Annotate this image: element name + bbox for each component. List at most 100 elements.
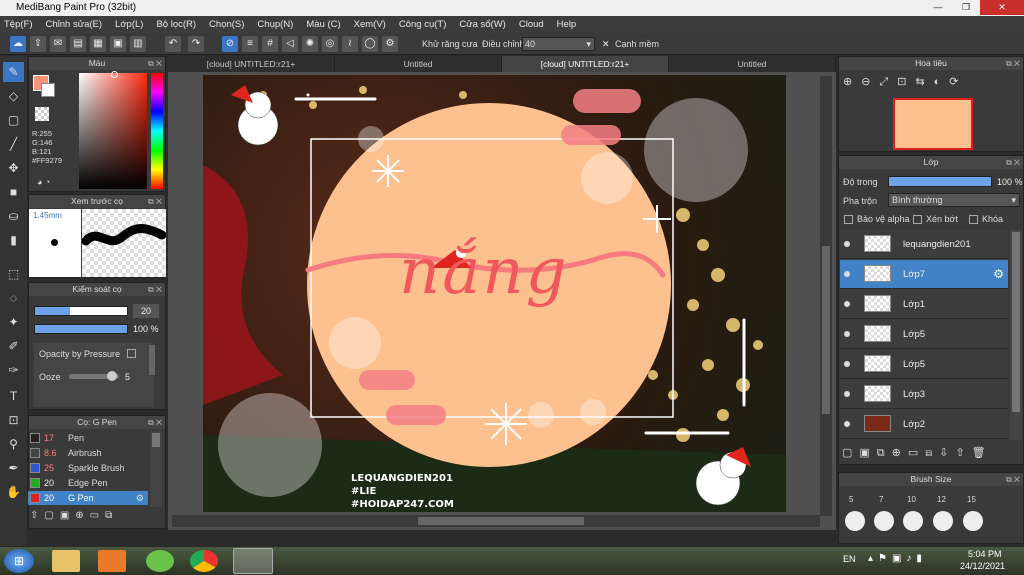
tab-cloud-2[interactable]: [cloud] UNTITLED:r21+ — [502, 56, 669, 72]
circle-snap-icon[interactable]: ◎ — [322, 36, 338, 52]
language-indicator[interactable]: EN — [843, 554, 856, 564]
snap-x-icon[interactable]: ✕ — [602, 39, 610, 50]
clipping-checkbox[interactable] — [913, 215, 922, 224]
adjust-select[interactable]: 40 ▾ — [522, 37, 595, 51]
artwork-canvas[interactable]: nắng LEQUANGDIEN201 #LIE #HOIDAP247.COM — [203, 75, 786, 512]
ooze-slider[interactable] — [69, 371, 119, 381]
curve-snap-icon[interactable]: ≀ — [342, 36, 358, 52]
hue-slider[interactable] — [151, 73, 163, 189]
menu-snap[interactable]: Chụp(N) — [257, 19, 293, 30]
blend-select[interactable]: Bình thường ▾ — [888, 193, 1020, 207]
layer-scrollbar[interactable] — [1010, 230, 1022, 440]
magic-wand-icon[interactable]: ✦ — [3, 312, 24, 332]
menu-select[interactable]: Chọn(S) — [209, 19, 244, 30]
layer-row[interactable]: lequangdien201 — [840, 230, 1008, 259]
bucket-tool-icon[interactable]: ⛀ — [3, 206, 24, 226]
move-tool-icon[interactable]: ✥ — [3, 158, 24, 178]
cloud-icon[interactable]: ☁ — [10, 36, 26, 52]
protect-alpha-checkbox[interactable] — [844, 215, 853, 224]
palette-icons[interactable]: ◕ ◔ — [37, 177, 50, 187]
color-sv-area[interactable] — [79, 73, 147, 189]
menu-help[interactable]: Help — [557, 19, 577, 30]
layer-row[interactable]: Lớp5 — [840, 320, 1008, 349]
lasso-tool-icon[interactable]: ◌ — [3, 288, 24, 308]
tray-icons[interactable]: ▴⚑▣♪▮ — [868, 553, 927, 564]
line-tool-icon[interactable]: ╱ — [3, 134, 24, 154]
tab-untitled-2[interactable]: Untitled — [669, 56, 836, 72]
canvas-v-scrollbar[interactable] — [820, 76, 832, 516]
crisscross-snap-icon[interactable]: # — [262, 36, 278, 52]
brush-opacity-slider[interactable] — [34, 324, 128, 334]
menu-filter[interactable]: Bộ lọc(R) — [156, 19, 196, 30]
layer-actions[interactable]: ▢▣⧉⊕▭⧈⇩⇧🗑 — [842, 446, 993, 460]
minimize-button[interactable]: — — [924, 0, 952, 15]
control-scrollbar[interactable] — [149, 345, 155, 375]
clock-date[interactable]: 24/12/2021 — [960, 561, 1005, 571]
menu-tools[interactable]: Công cụ(T) — [399, 19, 447, 30]
start-button[interactable]: ⊞ — [4, 549, 34, 573]
comment-icon[interactable]: ✉ — [50, 36, 66, 52]
brush-size-value[interactable]: 20 — [133, 304, 159, 318]
select-pen-icon[interactable]: ✐ — [3, 336, 24, 356]
menu-cloud[interactable]: Cloud — [519, 19, 544, 30]
menu-color[interactable]: Màu (C) — [306, 19, 340, 30]
gradient-tool-icon[interactable]: ▮ — [3, 230, 24, 250]
layer-row[interactable]: Lớp1 — [840, 290, 1008, 319]
brush-tool-icon[interactable]: ✎ — [3, 62, 24, 82]
lock-checkbox[interactable] — [969, 215, 978, 224]
menu-window[interactable]: Cửa sổ(W) — [459, 19, 505, 30]
hand-tool-icon[interactable]: ✋ — [3, 482, 24, 502]
chrome-icon[interactable] — [190, 550, 218, 572]
brush-size-dot[interactable] — [903, 511, 923, 531]
pick-tool-icon[interactable]: ✒ — [3, 458, 24, 478]
snap-off-icon[interactable]: ⊘ — [222, 36, 238, 52]
ellipse-snap-icon[interactable]: ◯ — [362, 36, 378, 52]
explorer-icon[interactable] — [52, 550, 80, 572]
brush-item-airbrush[interactable]: 8.6 Airbrush — [28, 446, 148, 460]
navigator-thumbnail[interactable] — [893, 98, 973, 150]
navigator-zoom-icons[interactable]: ⊕⊖⤢⊡⇆◐⟳ — [843, 75, 968, 89]
page-icon[interactable]: ▦ — [90, 36, 106, 52]
settings-icon[interactable]: ⚙ — [382, 36, 398, 52]
brush-list-scrollbar[interactable] — [150, 431, 162, 507]
layout-icon[interactable]: ▥ — [130, 36, 146, 52]
tab-cloud-1[interactable]: [cloud] UNTITLED:r21+ — [168, 56, 335, 72]
app-icon[interactable] — [146, 550, 174, 572]
brush-size-dot[interactable] — [845, 511, 865, 531]
select-eraser-icon[interactable]: ✑ — [3, 360, 24, 380]
transparent-swatch[interactable] — [35, 107, 49, 121]
brush-size-slider[interactable] — [34, 306, 128, 316]
divide-tool-icon[interactable]: ⊡ — [3, 410, 24, 430]
menu-file[interactable]: Tệp(F) — [4, 19, 33, 30]
maximize-button[interactable]: ❐ — [952, 0, 980, 15]
opacity-pressure-checkbox[interactable] — [127, 349, 136, 358]
layer-opacity-slider[interactable] — [888, 176, 992, 187]
layer-row[interactable]: Lớp3 — [840, 380, 1008, 409]
brush-list-actions[interactable]: ⇧▢▣⊕▭⧉ — [30, 510, 118, 521]
medibang-taskbar-icon[interactable] — [233, 548, 273, 574]
undo-icon[interactable]: ↶ — [165, 36, 181, 52]
menu-edit[interactable]: Chỉnh sửa(E) — [46, 19, 103, 30]
redo-icon[interactable]: ↷ — [188, 36, 204, 52]
media-player-icon[interactable] — [98, 550, 126, 572]
select-tool-icon[interactable]: ⬚ — [3, 264, 24, 284]
brush-item-pen[interactable]: 17 Pen — [28, 431, 148, 445]
close-button[interactable]: ✕ — [980, 0, 1024, 15]
parallel-snap-icon[interactable]: ≡ — [242, 36, 258, 52]
share-icon[interactable]: ⇪ — [30, 36, 46, 52]
panel-menu-icon[interactable]: ⧉ ✕ — [148, 57, 162, 70]
text-tool-icon[interactable]: T — [3, 386, 24, 406]
clock-time[interactable]: 5:04 PM — [968, 549, 1002, 559]
tab-untitled-1[interactable]: Untitled — [335, 56, 502, 72]
vanish-snap-icon[interactable]: ◁ — [282, 36, 298, 52]
brush-size-dot[interactable] — [963, 511, 983, 531]
brush-item-edge-pen[interactable]: 20 Edge Pen — [28, 476, 148, 490]
layer-row[interactable]: Lớp5 — [840, 350, 1008, 379]
layer-row[interactable]: Lớp2 — [840, 410, 1008, 439]
fill-rect-tool-icon[interactable]: ■ — [3, 182, 24, 202]
secondary-color-swatch[interactable] — [41, 83, 55, 97]
grid-icon[interactable]: ▣ — [110, 36, 126, 52]
menu-layer[interactable]: Lớp(L) — [115, 19, 143, 30]
doc-icon[interactable]: ▤ — [70, 36, 86, 52]
brush-size-dot[interactable] — [933, 511, 953, 531]
